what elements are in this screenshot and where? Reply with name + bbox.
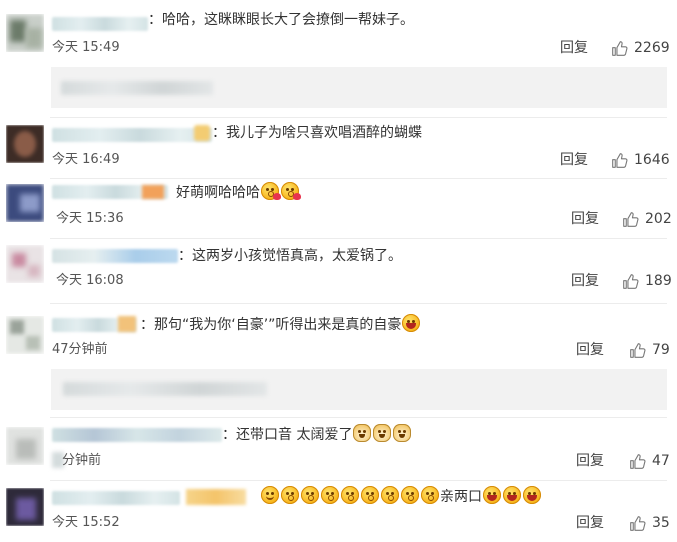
like-button[interactable]: 1646: [611, 151, 670, 169]
doge-emoji-icon: [373, 424, 392, 442]
like-count: 202: [645, 211, 672, 227]
sub-reply-box[interactable]: [51, 369, 667, 410]
username[interactable]: [52, 128, 212, 142]
avatar[interactable]: [6, 316, 44, 354]
like-count: 35: [652, 515, 670, 531]
avatar[interactable]: [6, 125, 44, 163]
smile-emoji-icon: [261, 486, 279, 504]
comment-time: 47分钟前: [52, 342, 108, 357]
comment-text: ：这两岁小孩觉悟真高，太爱锅了。: [178, 248, 402, 264]
reply-button[interactable]: 回复: [571, 210, 599, 228]
like-count: 79: [652, 342, 670, 358]
laughing-emoji-icon: [523, 486, 541, 504]
laughing-emoji-icon: [503, 486, 521, 504]
kiss-emoji-icon: [301, 486, 319, 504]
comment-text: ：那句“我为你‘自豪’”听得出来是真的自豪: [140, 314, 421, 335]
like-button[interactable]: 189: [622, 272, 672, 290]
thumbs-up-icon: [612, 152, 628, 168]
like-button[interactable]: 79: [629, 341, 670, 359]
kiss-emoji-icon: [321, 486, 339, 504]
laughing-emoji-icon: [402, 314, 421, 332]
username[interactable]: [52, 249, 178, 263]
kiss-emoji-icon: [281, 486, 299, 504]
comment-time: 今天 16:49: [52, 152, 120, 167]
kiss-emoji-icon: [381, 486, 399, 504]
comment-text: ：我儿子为啥只喜欢唱酒醉的蝴蝶: [212, 125, 422, 141]
username[interactable]: [52, 428, 222, 442]
reply-button[interactable]: 回复: [560, 39, 588, 57]
kiss-emoji-icon: [281, 182, 301, 200]
kiss-emoji-icon: [361, 486, 379, 504]
thumbs-up-icon: [630, 453, 646, 469]
laughing-emoji-icon: [483, 486, 501, 504]
like-count: 189: [645, 273, 672, 289]
comment-text: ：还带口音 太阔爱了: [222, 424, 412, 445]
reply-button[interactable]: 回复: [576, 341, 604, 359]
username[interactable]: [52, 491, 180, 505]
like-button[interactable]: 202: [622, 210, 672, 228]
doge-emoji-icon: [393, 424, 412, 442]
like-count: 47: [652, 453, 670, 469]
reply-button[interactable]: 回复: [576, 514, 604, 532]
like-count: 2269: [634, 40, 670, 56]
comment-text: 亲两口: [260, 486, 542, 507]
comment-time: 今天 15:52: [52, 515, 120, 530]
sub-reply-box[interactable]: [51, 67, 667, 108]
kiss-emoji-icon: [261, 182, 281, 200]
username[interactable]: [52, 17, 148, 31]
comment-time: 今天 16:08: [56, 273, 124, 288]
comment-time: 分钟前: [62, 453, 102, 468]
thumbs-up-icon: [612, 40, 628, 56]
reply-button[interactable]: 回复: [576, 452, 604, 470]
reply-button[interactable]: 回复: [571, 272, 599, 290]
like-count: 1646: [634, 152, 670, 168]
thumbs-up-icon: [623, 211, 639, 227]
comment-text: ：哈哈，这眯眯眼长大了会撩倒一帮妹子。: [148, 12, 414, 28]
reply-button[interactable]: 回复: [560, 151, 588, 169]
thumbs-up-icon: [630, 342, 646, 358]
avatar[interactable]: [6, 427, 44, 465]
comment-time: 今天 15:49: [52, 40, 120, 55]
doge-emoji-icon: [353, 424, 372, 442]
like-button[interactable]: 2269: [611, 39, 670, 57]
like-button[interactable]: 35: [629, 514, 670, 532]
avatar[interactable]: [6, 184, 44, 222]
comment-time: 今天 15:36: [56, 211, 124, 226]
like-button[interactable]: 47: [629, 452, 670, 470]
avatar[interactable]: [6, 488, 44, 526]
thumbs-up-icon: [623, 273, 639, 289]
kiss-emoji-icon: [341, 486, 359, 504]
thumbs-up-icon: [630, 515, 646, 531]
kiss-emoji-icon: [421, 486, 439, 504]
avatar[interactable]: [6, 245, 44, 283]
avatar[interactable]: [6, 14, 44, 52]
kiss-emoji-icon: [401, 486, 419, 504]
comment-text: 好萌啊哈哈哈: [176, 182, 301, 203]
